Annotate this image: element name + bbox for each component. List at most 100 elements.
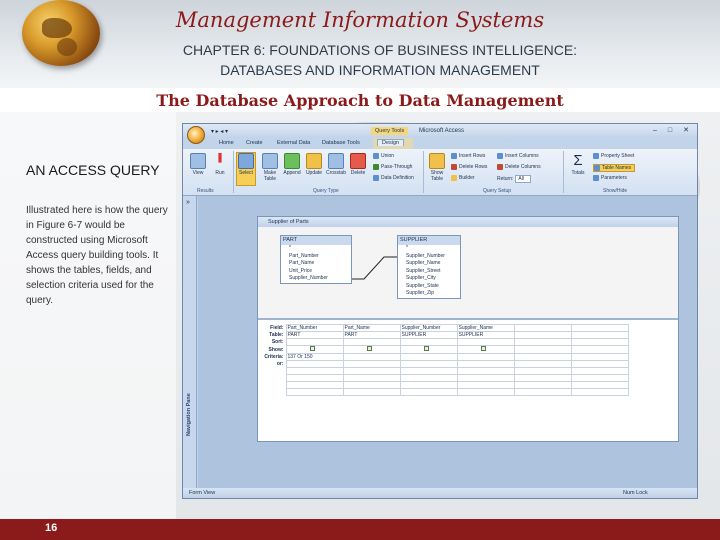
row-label: Criteria: xyxy=(264,354,284,360)
chapter-title: CHAPTER 6: FOUNDATIONS OF BUSINESS INTEL… xyxy=(120,40,640,80)
table-part-name: PART xyxy=(281,236,351,245)
ribbon-tabs: Home Create External Data Database Tools… xyxy=(183,138,697,149)
navigation-pane[interactable]: » Navigation Pane xyxy=(183,196,197,488)
table-names-button[interactable]: Table Names xyxy=(593,164,636,172)
show-checkbox[interactable] xyxy=(309,346,315,351)
data-definition-button[interactable]: Data Definition xyxy=(373,175,414,181)
field-item[interactable]: Part_Name xyxy=(281,260,351,268)
row-label: Table: xyxy=(269,332,284,338)
select-button[interactable]: Select xyxy=(236,152,256,186)
tab-database-tools[interactable]: Database Tools xyxy=(322,140,360,146)
tab-external-data[interactable]: External Data xyxy=(277,140,310,146)
insert-columns-icon xyxy=(497,153,503,159)
field-item[interactable]: Supplier_City xyxy=(398,275,460,283)
field-item[interactable]: * xyxy=(281,245,351,253)
field-item[interactable]: Unit_Price xyxy=(281,268,351,276)
query-design-window: Supplier of Parts PART * Part_Number Par… xyxy=(257,216,679,442)
group-query-type: Query Type xyxy=(313,188,339,194)
row-label: Field: xyxy=(270,325,284,331)
data-definition-icon xyxy=(373,175,379,181)
table-supplier-name: SUPPLIER xyxy=(398,236,460,245)
delete-rows-button[interactable]: Delete Rows xyxy=(451,164,487,170)
navigation-pane-label: Navigation Pane xyxy=(186,393,192,436)
grid-field-cell[interactable]: Part_Name xyxy=(342,324,401,332)
slide-subtitle: The Database Approach to Data Management xyxy=(156,91,564,110)
delete-columns-button[interactable]: Delete Columns xyxy=(497,164,541,170)
field-item[interactable]: Supplier_Number xyxy=(281,275,351,283)
grid-criteria-cell[interactable]: 137 Or 150 xyxy=(285,353,344,361)
update-icon xyxy=(306,153,322,169)
property-sheet-icon xyxy=(593,153,599,159)
insert-rows-button[interactable]: Insert Rows xyxy=(451,153,485,159)
property-sheet-button[interactable]: Property Sheet xyxy=(593,153,634,159)
grid-table-cell[interactable]: PART xyxy=(285,331,344,339)
delete-icon xyxy=(350,153,366,169)
minimize-icon[interactable]: – xyxy=(649,126,661,135)
table-part[interactable]: PART * Part_Number Part_Name Unit_Price … xyxy=(280,235,352,284)
run-icon xyxy=(218,153,222,163)
ribbon: View Run Select Make Table Append Update… xyxy=(183,149,697,196)
table-names-icon xyxy=(594,165,600,171)
relationship-line xyxy=(352,256,397,280)
update-button[interactable]: Update xyxy=(304,153,324,176)
grid-table-cell[interactable]: SUPPLIER xyxy=(456,331,515,339)
grid-empty-cell[interactable] xyxy=(570,324,629,332)
grid-field-cell[interactable]: Supplier_Name xyxy=(456,324,515,332)
row-label: or: xyxy=(276,361,284,367)
grid-table-cell[interactable]: PART xyxy=(342,331,401,339)
row-label: Show: xyxy=(268,346,284,353)
field-item[interactable]: Supplier_Name xyxy=(398,260,460,268)
field-item[interactable]: Supplier_Street xyxy=(398,268,460,276)
show-checkbox[interactable] xyxy=(423,346,429,351)
quick-access-toolbar[interactable]: ▾ ▸ ◂ ▾ xyxy=(211,128,228,135)
grid-field-cell[interactable]: Supplier_Number xyxy=(399,324,458,332)
field-item[interactable]: Supplier_State xyxy=(398,283,460,291)
query-window-title: Supplier of Parts xyxy=(258,217,678,227)
crosstab-icon xyxy=(328,153,344,169)
insert-columns-button[interactable]: Insert Columns xyxy=(497,153,539,159)
return-selector[interactable]: Return: All xyxy=(497,175,531,183)
query-tools-label: Query Tools xyxy=(371,127,409,135)
field-item[interactable]: Part_Number xyxy=(281,253,351,261)
totals-button[interactable]: Σ Totals xyxy=(568,153,588,177)
return-dropdown[interactable]: All xyxy=(515,175,531,183)
parameters-button[interactable]: Parameters xyxy=(593,175,627,181)
access-window: ▾ ▸ ◂ ▾ Query Tools Microsoft Access – □… xyxy=(182,123,698,499)
maximize-icon[interactable]: □ xyxy=(664,126,676,135)
tab-create[interactable]: Create xyxy=(246,140,263,146)
show-table-button[interactable]: Show Table xyxy=(427,153,447,182)
parameters-icon xyxy=(593,175,599,181)
show-table-icon xyxy=(429,153,445,169)
section-heading: AN ACCESS QUERY xyxy=(26,162,160,178)
run-button[interactable]: Run xyxy=(211,153,229,176)
view-button[interactable]: View xyxy=(189,153,207,176)
field-item[interactable]: Supplier_Zip xyxy=(398,290,460,298)
app-title: Microsoft Access xyxy=(419,128,465,134)
expand-icon[interactable]: » xyxy=(186,199,190,206)
grid-field-cell[interactable]: Part_Number xyxy=(285,324,344,332)
close-icon[interactable]: ✕ xyxy=(680,126,692,135)
tab-design[interactable]: Design xyxy=(377,139,405,146)
delete-button[interactable]: Delete xyxy=(348,153,368,176)
show-checkbox[interactable] xyxy=(366,346,372,351)
table-pane: PART * Part_Number Part_Name Unit_Price … xyxy=(258,227,678,320)
grid-table-cell[interactable]: SUPPLIER xyxy=(399,331,458,339)
table-supplier[interactable]: SUPPLIER * Supplier_Number Supplier_Name… xyxy=(397,235,461,299)
grid-empty-cell[interactable] xyxy=(513,324,572,332)
group-query-setup: Query Setup xyxy=(483,188,512,194)
office-button-icon[interactable] xyxy=(187,126,205,144)
chapter-line-2: DATABASES AND INFORMATION MANAGEMENT xyxy=(220,62,540,78)
slide-footer xyxy=(0,519,720,540)
append-button[interactable]: Append xyxy=(282,153,302,176)
tab-home[interactable]: Home xyxy=(219,140,234,146)
make-table-button[interactable]: Make Table xyxy=(260,153,280,182)
union-button[interactable]: Union xyxy=(373,153,394,159)
title-bar: ▾ ▸ ◂ ▾ Query Tools Microsoft Access – □… xyxy=(183,124,697,138)
crosstab-button[interactable]: Crosstab xyxy=(325,153,347,176)
builder-button[interactable]: Builder xyxy=(451,175,475,181)
show-checkbox[interactable] xyxy=(480,346,486,351)
delete-rows-icon xyxy=(451,164,457,170)
field-item[interactable]: * xyxy=(398,245,460,253)
field-item[interactable]: Supplier_Number xyxy=(398,253,460,261)
pass-through-button[interactable]: Pass-Through xyxy=(373,164,412,170)
